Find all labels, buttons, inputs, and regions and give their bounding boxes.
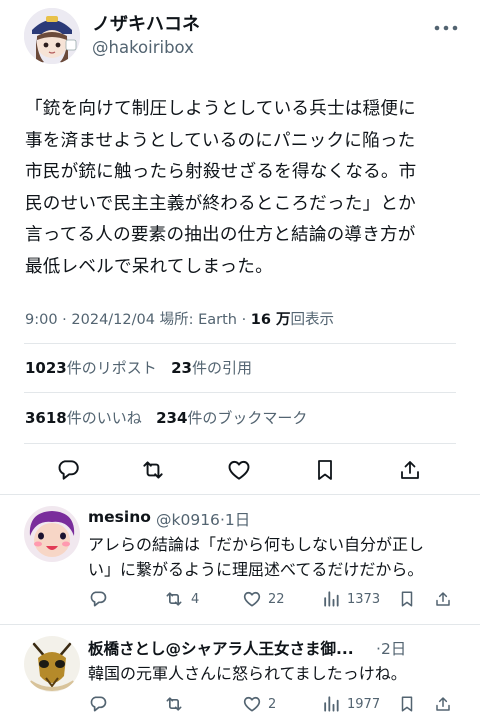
reply-author-name[interactable]: 板橋さとし@シャアラ人王女さま御... [88,637,354,659]
like-count: 22 [268,591,285,607]
divider [24,343,456,344]
more-dots-icon[interactable] [432,18,460,38]
like-button[interactable]: 2 [242,693,276,715]
share-upload-icon[interactable] [394,454,426,486]
reply-bubble-icon[interactable] [52,454,84,486]
author-handle[interactable]: @hakoiribox [92,38,194,57]
tweet-text: 「銃を向けて制圧しようとしている兵士は穏便に 事を済ませようとしているのにパニッ… [25,94,465,283]
bookmark-button[interactable] [398,588,416,610]
repost-arrows-icon[interactable] [137,454,169,486]
divider [0,624,480,625]
views-button[interactable]: 1373 [321,588,380,610]
divider [0,494,480,495]
views-bar-chart-icon[interactable] [321,589,341,609]
views-button[interactable]: 1977 [321,693,380,715]
share-button[interactable] [434,693,452,715]
tweet-date[interactable]: 2024/12/04 [71,312,155,328]
heart-icon[interactable] [242,589,262,609]
tweet-meta: 9:00 · 2024/12/04 場所: Earth · 16 万回表示 [25,312,335,328]
reply-avatar[interactable] [24,506,80,562]
bookmark-icon[interactable] [398,694,416,714]
reply-text-line: い」に繋がるように理屈述べてるだけだから。 [88,560,424,579]
views-bar-chart-icon[interactable] [321,694,341,714]
view-count: 1373 [347,591,381,607]
reply-bubble-icon[interactable] [88,694,108,714]
reply-text: 韓国の元軍人さんに怒られてましたっけね。 [88,661,407,686]
reply-meta: @k0916·1日 [156,511,251,529]
repost-quote-stats: 1023件のリポスト 23件の引用 [25,357,252,378]
bookmark-icon[interactable] [309,454,341,486]
tweet-text-line: 市民が銃に触ったら射殺せざるを得なくなる。市 [25,162,417,182]
like-bookmark-stats: 3618件のいいね 234件のブックマーク [25,407,307,428]
repost-button[interactable] [163,693,185,715]
reply-meta: ·2日 [376,640,407,658]
author-name[interactable]: ノザキハコネ [92,10,200,36]
view-count: 16 万 [250,312,291,328]
view-count: 1977 [347,696,381,712]
repost-arrows-icon[interactable] [163,694,185,714]
share-button[interactable] [434,588,452,610]
reply-bubble-icon[interactable] [88,589,108,609]
reply-text-line: アレらの結論は「だから何もしない自分が正し [88,535,425,554]
heart-icon[interactable] [242,694,262,714]
like-stat[interactable]: 3618件のいいね [25,409,142,427]
repost-stat[interactable]: 1023件のリポスト [25,359,157,377]
tweet-text-line: 「銃を向けて制圧しようとしている兵士は穏便に [25,99,416,119]
reply-text-line: 韓国の元軍人さんに怒られてましたっけね。 [88,664,407,683]
repost-arrows-icon[interactable] [163,589,185,609]
bookmark-stat[interactable]: 234件のブックマーク [156,409,307,427]
share-upload-icon[interactable] [434,589,452,609]
author-avatar[interactable] [24,8,80,64]
reply-author-name[interactable]: mesino [88,508,151,526]
tweet-text-line: 言ってる人の要素の抽出の仕方と結論の導き方が [25,225,416,245]
reply-avatar[interactable] [24,636,80,692]
repost-button[interactable]: 4 [163,588,199,610]
tweet-text-line: 最低レベルで呆れてしまった。 [25,256,273,277]
tweet-text-line: 事を済ませようとしているのにパニックに陥った [25,130,416,151]
heart-icon[interactable] [223,454,255,486]
like-count: 2 [268,696,277,712]
reply-age[interactable]: 1日 [225,511,250,529]
reply-button[interactable] [88,588,108,610]
view-count-label: 回表示 [290,312,335,328]
reply-author-handle[interactable]: @k0916 [156,511,220,529]
reply-age[interactable]: 2日 [381,640,406,658]
quote-stat[interactable]: 23件の引用 [171,359,252,377]
divider [24,443,456,444]
tweet-time[interactable]: 9:00 [25,312,58,328]
share-upload-icon[interactable] [434,694,452,714]
tweet-location: 場所: Earth [159,312,237,328]
tweet-text-line: 民のせいで民主主義が終わるところだった」とか [25,193,416,214]
divider [24,392,456,393]
reply-button[interactable] [88,693,108,715]
bookmark-icon[interactable] [398,589,416,609]
bookmark-button[interactable] [398,693,416,715]
like-button[interactable]: 22 [242,588,285,610]
reply-text: アレらの結論は「だから何もしない自分が正し い」に繋がるように理屈述べてるだけだ… [88,532,424,582]
repost-count: 4 [191,591,200,607]
